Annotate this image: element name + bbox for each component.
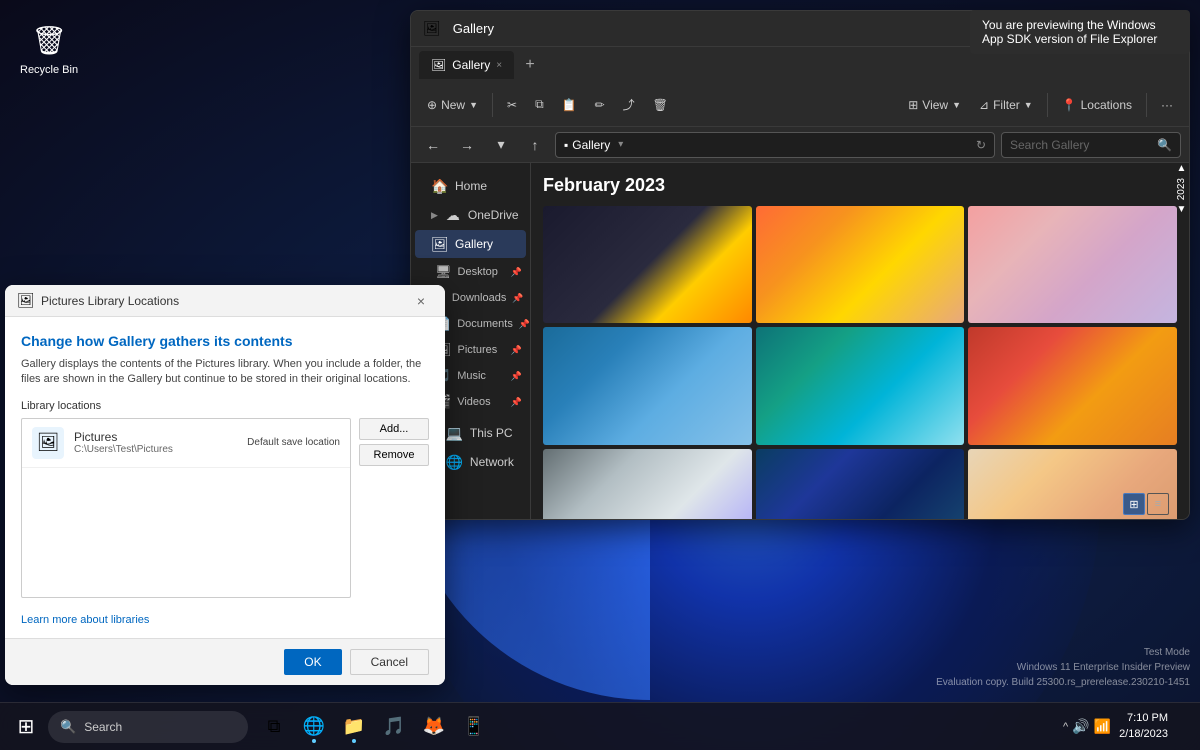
tray-chevron[interactable]: ^ xyxy=(1063,721,1068,733)
show-desktop-button[interactable] xyxy=(1176,709,1184,745)
music-app-icon: 🎵 xyxy=(383,716,405,737)
location-name: Pictures xyxy=(74,430,237,444)
cancel-button[interactable]: Cancel xyxy=(350,649,429,675)
phone-icon: 📱 xyxy=(463,716,485,737)
default-save-badge: Default save location xyxy=(247,437,340,448)
taskbar-clock[interactable]: 7:10 PM 2/18/2023 xyxy=(1119,711,1168,742)
volume-icon[interactable]: 🔊 xyxy=(1072,718,1089,735)
dialog-heading: Change how Gallery gathers its contents xyxy=(21,333,429,349)
dialog-list-item[interactable]: 🖼 Pictures C:\Users\Test\Pictures Defaul… xyxy=(22,419,350,468)
taskbar-music[interactable]: 🎵 xyxy=(376,709,412,745)
edge-icon: 🌐 xyxy=(303,716,325,737)
location-path: C:\Users\Test\Pictures xyxy=(74,444,237,455)
taskbar-right: ^ 🔊 📶 7:10 PM 2/18/2023 xyxy=(1063,709,1192,745)
task-view-button[interactable]: ⧉ xyxy=(256,709,292,745)
dialog-footer: OK Cancel xyxy=(5,638,445,685)
library-locations-list: 🖼 Pictures C:\Users\Test\Pictures Defaul… xyxy=(21,418,351,598)
remove-button[interactable]: Remove xyxy=(359,444,429,466)
ok-button[interactable]: OK xyxy=(284,649,341,675)
fe-active-dot xyxy=(352,739,356,743)
taskbar-items: ⧉ 🌐 📁 🎵 🦊 📱 xyxy=(256,709,492,745)
notification-text: You are previewing the Windows App SDK v… xyxy=(982,18,1157,46)
taskbar-edge[interactable]: 🌐 xyxy=(296,709,332,745)
clock-time: 7:10 PM xyxy=(1119,711,1168,726)
taskbar-firefox[interactable]: 🦊 xyxy=(416,709,452,745)
network-tray-icon[interactable]: 📶 xyxy=(1094,718,1111,735)
task-view-icon: ⧉ xyxy=(268,716,281,737)
edge-active-dot xyxy=(312,739,316,743)
dialog-action-buttons: Add... Remove xyxy=(359,418,429,466)
dialog-description: Gallery displays the contents of the Pic… xyxy=(21,357,429,388)
dialog-titlebar: 🖼 Pictures Library Locations × xyxy=(5,285,445,317)
taskbar-search-label: Search xyxy=(84,720,122,734)
start-button[interactable]: ⊞ xyxy=(8,709,44,745)
learn-more-link[interactable]: Learn more about libraries xyxy=(21,614,429,626)
pictures-folder-icon: 🖼 xyxy=(32,427,64,459)
taskbar-search[interactable]: 🔍 Search xyxy=(48,711,248,743)
taskbar-file-explorer[interactable]: 📁 xyxy=(336,709,372,745)
dialog-title-icon: 🖼 xyxy=(17,292,35,310)
add-button[interactable]: Add... xyxy=(359,418,429,440)
start-icon: ⊞ xyxy=(18,714,35,739)
dialog-body: Change how Gallery gathers its contents … xyxy=(5,317,445,638)
system-tray: ^ 🔊 📶 xyxy=(1063,718,1111,735)
dialog-close-button[interactable]: × xyxy=(409,289,433,313)
clock-date: 2/18/2023 xyxy=(1119,727,1168,742)
dialog-title-text: Pictures Library Locations xyxy=(41,294,409,308)
taskbar-phone[interactable]: 📱 xyxy=(456,709,492,745)
taskbar: ⊞ 🔍 Search ⧉ 🌐 📁 🎵 🦊 📱 ^ 🔊 📶 xyxy=(0,702,1200,750)
notification-tooltip: You are previewing the Windows App SDK v… xyxy=(970,10,1190,54)
dialog-list-info: Pictures C:\Users\Test\Pictures xyxy=(74,430,237,455)
dialog-section-label: Library locations xyxy=(21,400,429,412)
dialog-overlay: 🖼 Pictures Library Locations × Change ho… xyxy=(0,0,1200,750)
firefox-icon: 🦊 xyxy=(423,716,445,737)
file-explorer-icon: 📁 xyxy=(343,716,365,737)
pictures-library-dialog: 🖼 Pictures Library Locations × Change ho… xyxy=(5,285,445,685)
taskbar-search-icon: 🔍 xyxy=(60,719,76,735)
